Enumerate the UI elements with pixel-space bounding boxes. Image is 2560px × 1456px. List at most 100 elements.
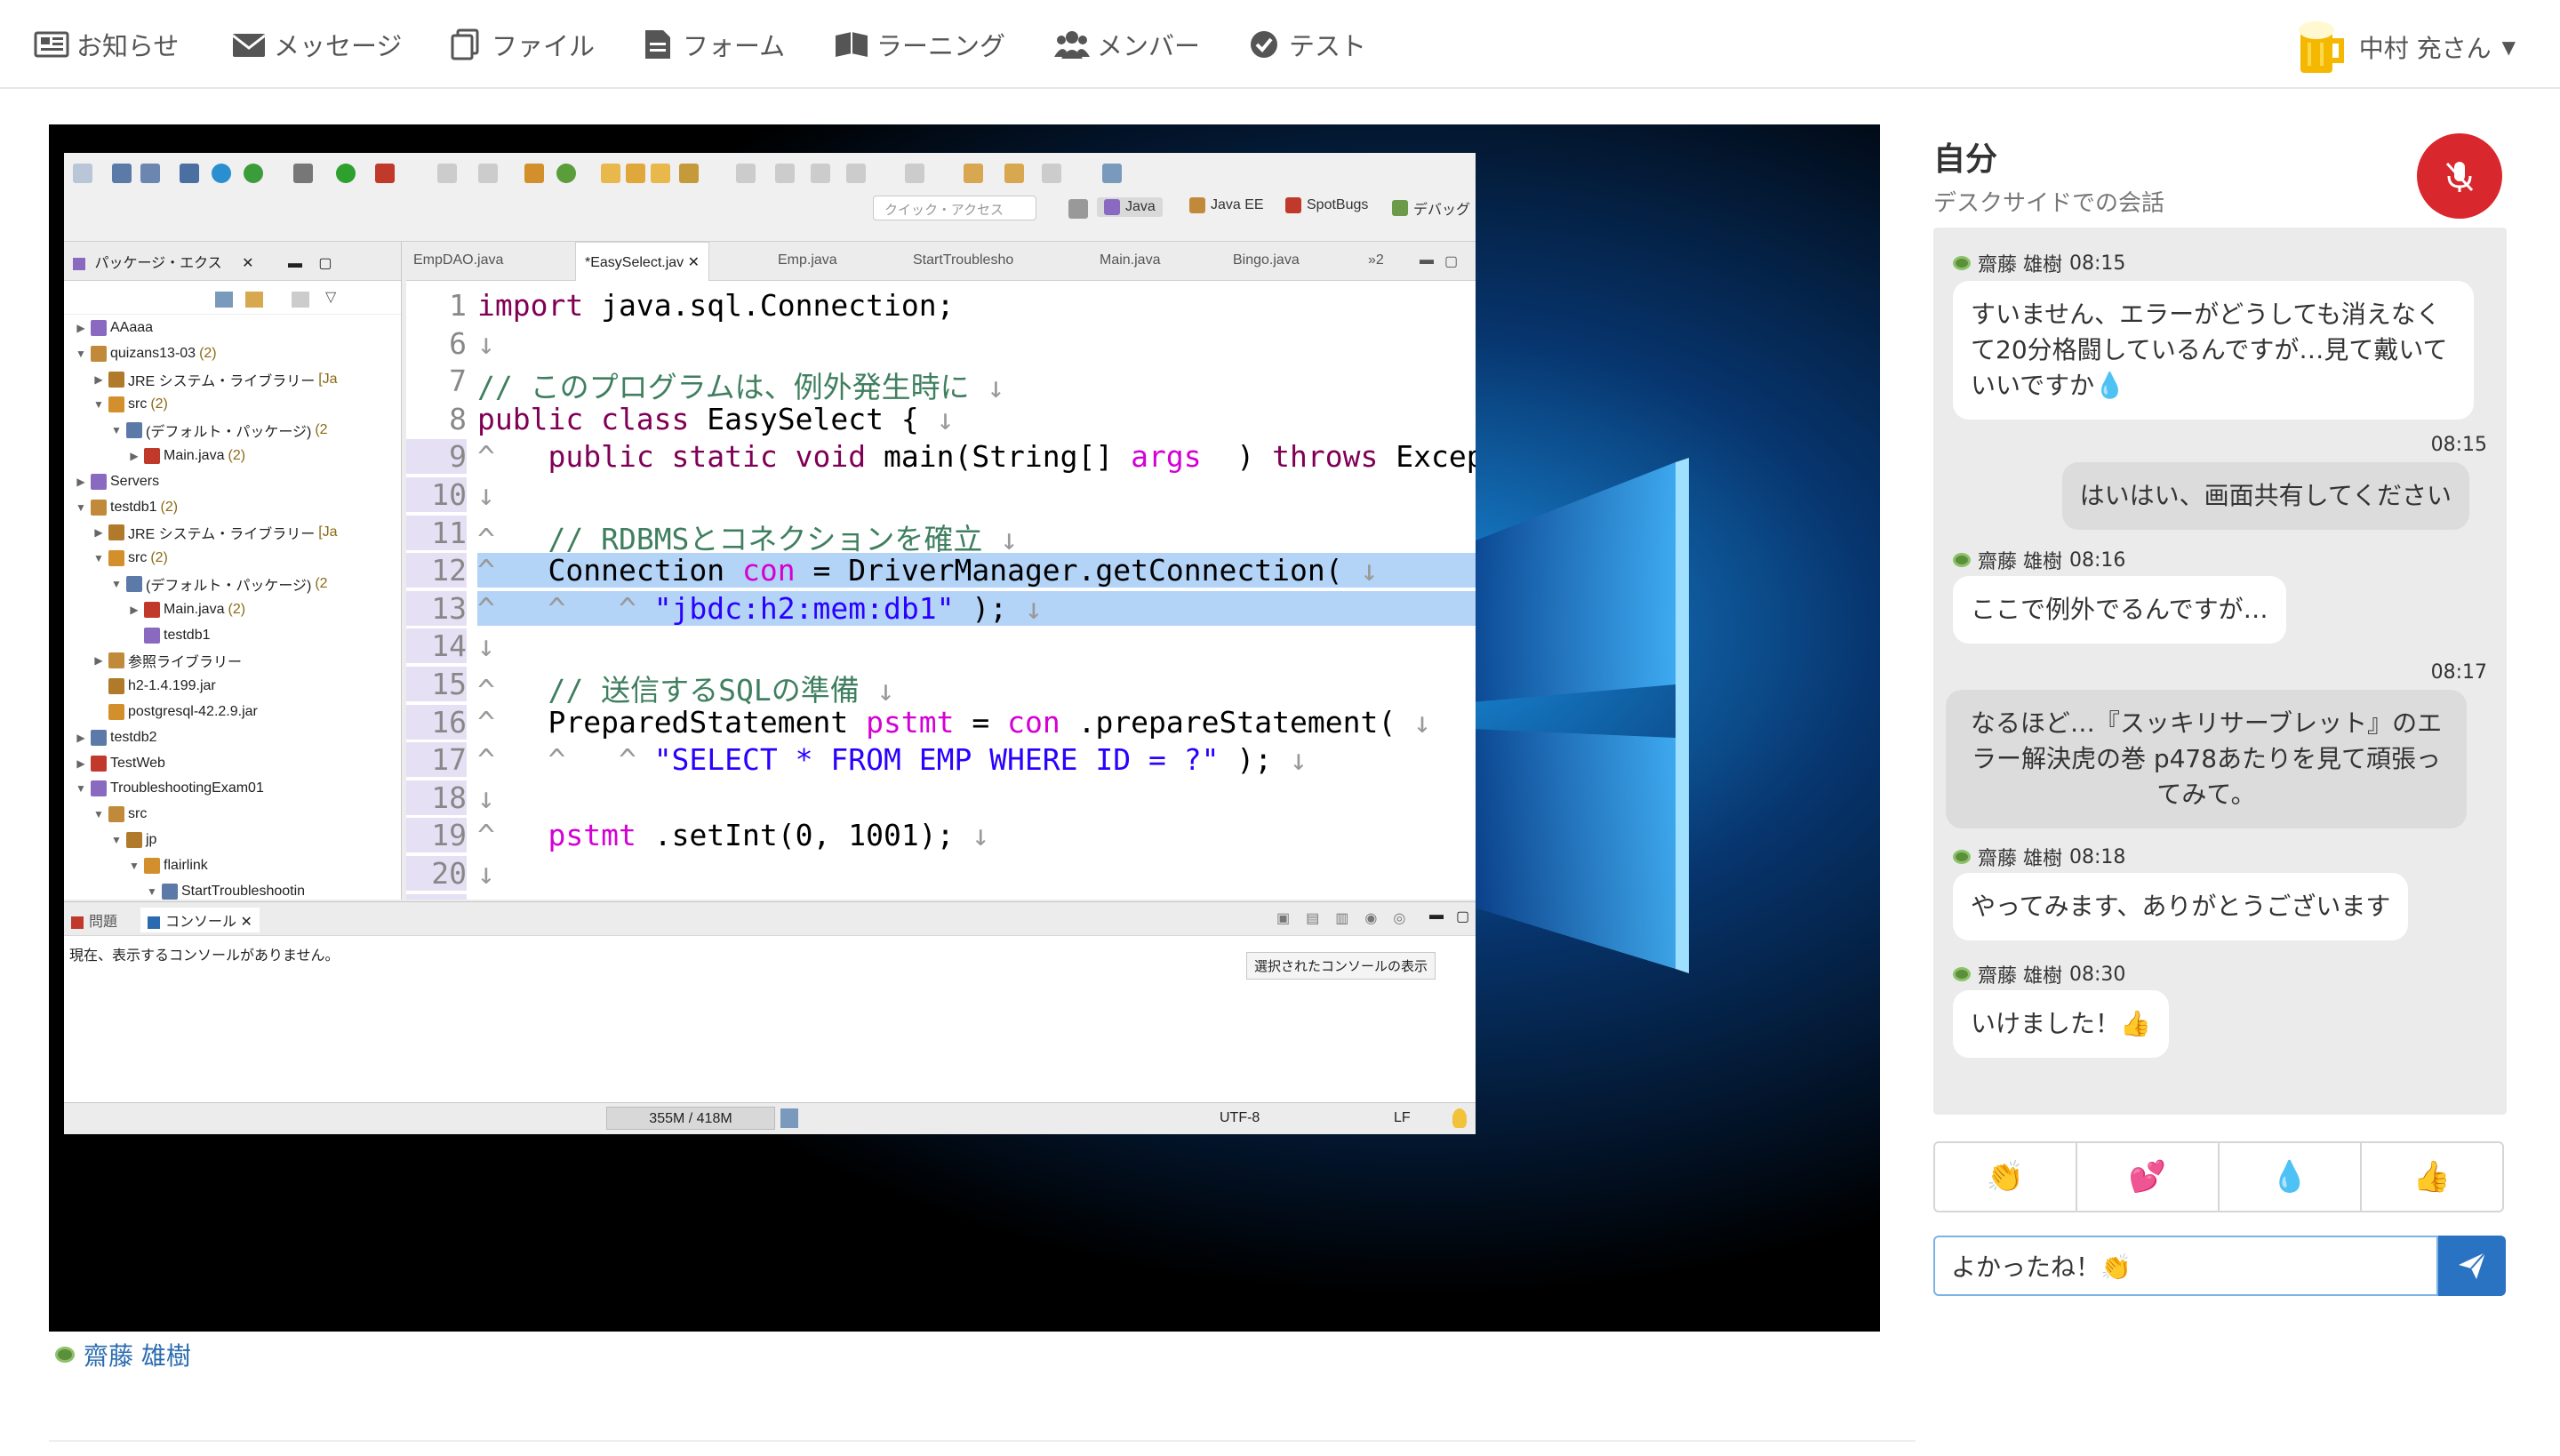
chat-messages[interactable]: 齋藤 雄樹 08:15 すいません、エラーがどうしても消えなくて20分格闘している…	[1933, 228, 2507, 1115]
collapsed-twisty-icon[interactable]	[92, 706, 105, 718]
tab-starttroubleshooting[interactable]: StartTroublesho	[913, 242, 1013, 281]
tree-item[interactable]: ▼ StartTroubleshootin	[146, 880, 308, 903]
tree-item[interactable]: testdb1	[128, 624, 213, 647]
collapsed-twisty-icon[interactable]: ▶	[75, 732, 87, 744]
close-icon[interactable]: ✕	[242, 256, 253, 271]
expanded-twisty-icon[interactable]: ▼	[110, 424, 123, 436]
perspective-java[interactable]: Java	[1097, 197, 1163, 217]
collapsed-twisty-icon[interactable]: ▶	[92, 654, 105, 667]
garbage-collect-icon[interactable]	[780, 1108, 798, 1128]
message-input[interactable]	[1933, 1236, 2438, 1296]
nav-members[interactable]: メンバー	[1054, 27, 1200, 62]
terminal-icon[interactable]	[180, 164, 199, 183]
back-icon[interactable]	[964, 164, 983, 183]
expanded-twisty-icon[interactable]: ▼	[75, 782, 87, 795]
expanded-twisty-icon[interactable]: ▼	[92, 552, 105, 564]
tree-item[interactable]: ▼ flairlink	[128, 854, 212, 877]
tree-item[interactable]: ▼ src (2)	[92, 393, 168, 416]
maximize-icon[interactable]: ▢	[318, 256, 332, 271]
save-all-icon[interactable]	[140, 164, 160, 183]
open-type-icon[interactable]	[601, 164, 620, 183]
tree-item[interactable]: ▼ testdb1 (2)	[75, 496, 178, 519]
minimize-icon[interactable]: ▬	[288, 256, 302, 271]
open-folder-icon[interactable]	[626, 164, 645, 183]
tab-easyselect[interactable]: *EasySelect.jav ✕	[575, 242, 710, 281]
maximize-editor-icon[interactable]: ▢	[1444, 242, 1458, 281]
tab-bingo[interactable]: Bingo.java	[1233, 242, 1300, 281]
code-area[interactable]: 1 import java.sql.Connection; 6 ↓ 7// このプログラ…	[406, 281, 1476, 900]
tree-item[interactable]: ▶ Servers	[75, 470, 163, 493]
quick-access-input[interactable]: クイック・アクセス	[873, 196, 1036, 220]
tab-emp[interactable]: Emp.java	[778, 242, 837, 281]
tree-item[interactable]: ▼ jp	[110, 828, 160, 852]
minimize-console-icon[interactable]: ▬	[1429, 908, 1444, 924]
tree-item[interactable]: ▶ JRE システム・ライブラリー [Ja	[92, 368, 338, 391]
collapsed-twisty-icon[interactable]: ▶	[92, 526, 105, 539]
tree-item[interactable]: ▶ 参照ライブラリー	[92, 649, 245, 672]
new-class-icon[interactable]	[556, 164, 576, 183]
tree-item[interactable]: ▶ Main.java (2)	[128, 444, 245, 468]
tab-empdao[interactable]: EmpDAO.java	[413, 242, 503, 281]
tree-item[interactable]: ▶ AAaaa	[75, 316, 156, 340]
debug-target-icon[interactable]	[212, 164, 231, 183]
more-tabs[interactable]: »2	[1368, 242, 1384, 281]
collapsed-twisty-icon[interactable]: ▶	[92, 373, 105, 386]
external-tools-icon[interactable]	[375, 164, 395, 183]
tree-item[interactable]: ▼ TroubleshootingExam01	[75, 777, 268, 800]
open-resource-icon[interactable]	[651, 164, 670, 183]
expanded-twisty-icon[interactable]: ▼	[110, 834, 123, 846]
expanded-twisty-icon[interactable]: ▼	[146, 885, 158, 898]
pen-icon[interactable]	[679, 164, 699, 183]
heap-status[interactable]: 355M / 418M	[606, 1107, 775, 1130]
tree-item[interactable]: h2-1.4.199.jar	[92, 675, 220, 698]
mute-microphone-button[interactable]	[2417, 133, 2502, 219]
view-menu-icon[interactable]: ▽	[325, 288, 336, 306]
tree-item[interactable]: ▼ src	[92, 803, 150, 826]
save-icon[interactable]	[112, 164, 132, 183]
collapsed-twisty-icon[interactable]: ▶	[75, 757, 87, 770]
lightbulb-icon[interactable]	[1452, 1108, 1467, 1128]
perspective-debug[interactable]: デバッグ	[1392, 197, 1470, 219]
tree-item[interactable]: ▼ (デフォルト・パッケージ) (2	[110, 419, 328, 442]
tree-item[interactable]: ▶ JRE システム・ライブラリー [Ja	[92, 521, 338, 544]
expanded-twisty-icon[interactable]: ▼	[75, 348, 87, 360]
expanded-twisty-icon[interactable]: ▼	[92, 808, 105, 820]
tree-item[interactable]: ▼ quizans13-03 (2)	[75, 342, 217, 365]
tree-item[interactable]: postgresql-42.2.9.jar	[92, 700, 261, 724]
maximize-console-icon[interactable]: ▢	[1456, 908, 1469, 925]
tab-problems[interactable]: 問題	[71, 909, 117, 931]
collapsed-twisty-icon[interactable]: ▶	[128, 450, 140, 462]
minimize-editor-icon[interactable]: ▬	[1420, 242, 1434, 281]
perspective-java-ee[interactable]: Java EE	[1189, 197, 1264, 213]
nav-forms[interactable]: フォーム	[640, 27, 785, 62]
run-icon[interactable]	[336, 164, 356, 183]
bug-icon[interactable]	[293, 164, 313, 183]
tree-item[interactable]: ▶ testdb2	[75, 726, 160, 749]
tree-item[interactable]: ▶ TestWeb	[75, 752, 169, 775]
console-toolbar-icons[interactable]: ▣▤▥◉◎	[1276, 909, 1421, 927]
user-menu[interactable]: 中村 充さん ▼	[2297, 20, 2516, 75]
open-perspective-icon[interactable]	[1068, 199, 1088, 219]
power-icon[interactable]	[244, 164, 263, 183]
package-explorer-tab[interactable]: パッケージ・エクス ✕ ▬ ▢	[64, 242, 401, 281]
expanded-twisty-icon[interactable]: ▼	[92, 398, 105, 411]
collapsed-twisty-icon[interactable]	[128, 629, 140, 642]
nav-files[interactable]: ファイル	[449, 27, 595, 62]
reaction-droplet-button[interactable]: 💧	[2220, 1143, 2362, 1211]
collapsed-twisty-icon[interactable]	[92, 680, 105, 692]
collapsed-twisty-icon[interactable]: ▶	[75, 476, 87, 488]
nav-test[interactable]: テスト	[1246, 27, 1366, 62]
package-icon[interactable]	[524, 164, 544, 183]
collapsed-twisty-icon[interactable]: ▶	[128, 604, 140, 616]
collapsed-twisty-icon[interactable]: ▶	[75, 322, 87, 334]
reaction-clap-button[interactable]: 👏	[1935, 1143, 2077, 1211]
reaction-thumbsup-button[interactable]: 👍	[2362, 1143, 2502, 1211]
send-button[interactable]	[2438, 1236, 2506, 1296]
tab-console[interactable]: コンソール ✕	[140, 908, 260, 932]
tree-item[interactable]: ▶ Main.java (2)	[128, 598, 245, 621]
link-editor-icon[interactable]	[245, 292, 263, 308]
tree-item[interactable]: ▼ (デフォルト・パッケージ) (2	[110, 572, 328, 596]
perspective-spotbugs[interactable]: SpotBugs	[1285, 197, 1368, 213]
tree-item[interactable]: ▼ src (2)	[92, 547, 168, 570]
expanded-twisty-icon[interactable]: ▼	[110, 578, 123, 590]
